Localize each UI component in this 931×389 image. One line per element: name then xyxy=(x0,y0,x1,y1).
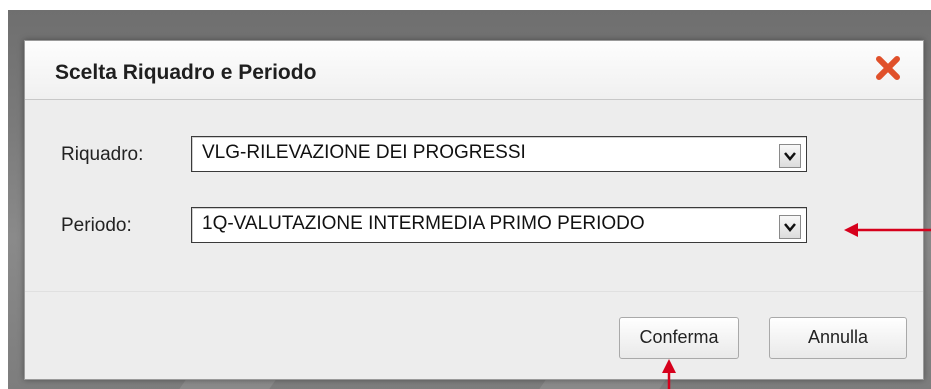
periodo-label: Periodo: xyxy=(61,215,132,236)
periodo-select[interactable]: 1Q-VALUTAZIONE INTERMEDIA PRIMO PERIODO xyxy=(191,207,807,243)
cancel-button[interactable]: Annulla xyxy=(769,317,907,359)
confirm-button[interactable]: Conferma xyxy=(619,317,739,359)
riquadro-select[interactable]: VLG-RILEVAZIONE DEI PROGRESSI xyxy=(191,136,807,172)
close-icon[interactable] xyxy=(873,53,903,83)
chevron-down-icon[interactable] xyxy=(779,215,801,239)
dialog-titlebar: Scelta Riquadro e Periodo xyxy=(25,41,923,100)
dialog-divider xyxy=(25,291,923,292)
riquadro-select-value: VLG-RILEVAZIONE DEI PROGRESSI xyxy=(202,142,526,163)
annotation-arrow-periodo xyxy=(844,223,931,237)
dialog-title: Scelta Riquadro e Periodo xyxy=(55,61,317,84)
chevron-down-icon[interactable] xyxy=(779,144,801,168)
periodo-select-value: 1Q-VALUTAZIONE INTERMEDIA PRIMO PERIODO xyxy=(202,213,645,234)
annotation-arrow-conferma xyxy=(662,359,676,389)
riquadro-label: Riquadro: xyxy=(61,144,144,165)
dialog-window: Scelta Riquadro e Periodo Riquadro: VLG-… xyxy=(24,40,924,380)
